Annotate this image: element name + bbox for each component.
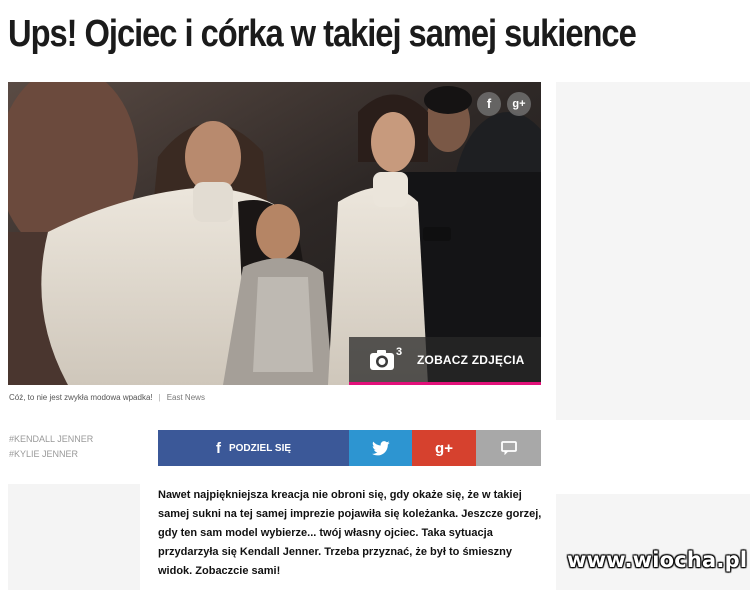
article-lead: Nawet najpiękniejsza kreacja nie obroni … xyxy=(158,489,542,577)
view-photos-label: ZOBACZ ZDJĘCIA xyxy=(417,352,525,367)
photo-facebook-share-icon[interactable]: f xyxy=(477,92,501,116)
googleplus-icon: g+ xyxy=(435,439,453,457)
share-bar: f PODZIEL SIĘ g+ xyxy=(158,430,541,466)
facebook-share-button[interactable]: f PODZIEL SIĘ xyxy=(158,430,349,466)
tag-list: #KENDALL JENNER #KYLIE JENNER xyxy=(9,432,93,462)
article-headline: Ups! Ojciec i córka w takiej samej sukie… xyxy=(8,13,637,55)
photo-count: 3 xyxy=(396,345,403,358)
right-ad-placeholder-top xyxy=(556,82,750,420)
comment-icon xyxy=(500,441,517,455)
twitter-share-button[interactable] xyxy=(349,430,412,466)
caption-text: Cóż, to nie jest zwykła modowa wpadka! xyxy=(9,393,153,402)
article-photo[interactable]: f g+ 3 ZOBACZ ZDJĘCIA xyxy=(8,82,541,385)
twitter-bird-icon xyxy=(371,440,390,455)
site-watermark: www.wiocha.pl xyxy=(567,548,748,572)
camera-icon: 3 xyxy=(369,345,409,373)
sidebar-ad-placeholder xyxy=(8,484,140,590)
tag-link[interactable]: #KENDALL JENNER xyxy=(9,432,93,447)
photo-googleplus-share-icon[interactable]: g+ xyxy=(507,92,531,116)
comments-button[interactable] xyxy=(476,430,541,466)
photo-caption: Cóż, to nie jest zwykła modowa wpadka! | E… xyxy=(9,393,205,402)
caption-separator: | xyxy=(158,393,161,402)
tag-link[interactable]: #KYLIE JENNER xyxy=(9,447,93,462)
facebook-icon: f xyxy=(215,439,221,457)
view-photos-button[interactable]: 3 ZOBACZ ZDJĘCIA xyxy=(349,337,541,385)
right-ad-placeholder-bottom xyxy=(556,494,750,590)
caption-source: East News xyxy=(166,393,205,402)
facebook-share-label: PODZIEL SIĘ xyxy=(228,442,292,454)
googleplus-share-button[interactable]: g+ xyxy=(412,430,476,466)
